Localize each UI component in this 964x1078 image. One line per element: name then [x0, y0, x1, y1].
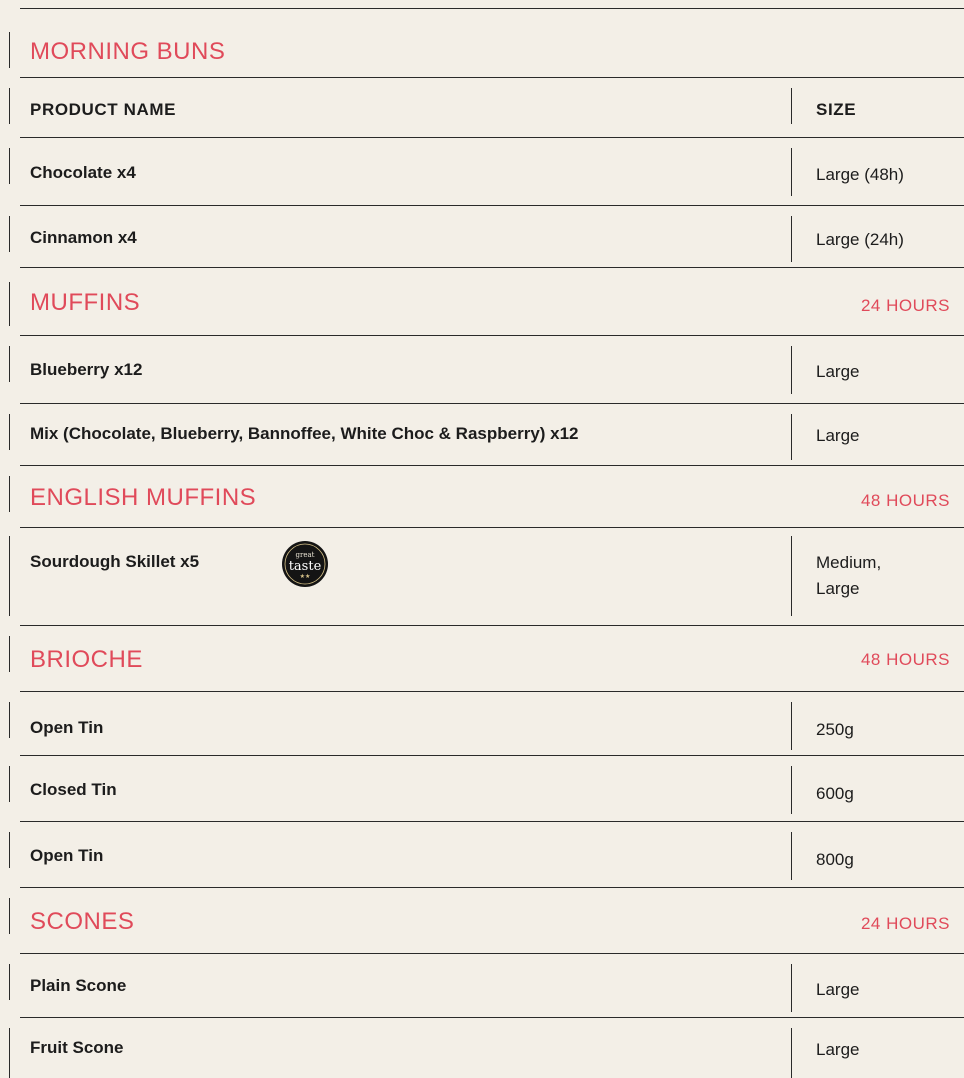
row-stub	[9, 536, 10, 616]
product-name: Closed Tin	[30, 780, 117, 799]
row-stub	[9, 964, 10, 1000]
column-divider	[791, 148, 792, 196]
header-product-name: PRODUCT NAME	[30, 100, 177, 119]
header-size: SIZE	[816, 100, 857, 119]
row-stub	[9, 1028, 10, 1078]
section-english-muffins: ENGLISH MUFFINS 48 HOURS	[9, 466, 964, 528]
table-row: Blueberry x12 Large	[9, 336, 964, 404]
table-row: Sourdough Skillet x5 great taste ★★ Medi…	[9, 528, 964, 626]
product-name: Sourdough Skillet x5	[30, 552, 200, 571]
row-stub	[9, 414, 10, 450]
section-title: ENGLISH MUFFINS	[30, 484, 257, 511]
column-divider	[791, 964, 792, 1012]
column-divider	[791, 766, 792, 814]
table-row: Cinnamon x4 Large (24h)	[9, 206, 964, 268]
table-row: Closed Tin 600g	[9, 756, 964, 822]
section-title: BRIOCHE	[30, 646, 143, 673]
table-header: PRODUCT NAME SIZE	[9, 78, 964, 138]
product-size: Medium, Large	[816, 553, 882, 598]
row-stub	[9, 898, 10, 934]
row-stub	[9, 476, 10, 512]
table-row: Mix (Chocolate, Blueberry, Bannoffee, Wh…	[9, 404, 964, 466]
column-divider	[791, 832, 792, 880]
product-size: Large	[816, 362, 860, 381]
table-row: Fruit Scone Large	[9, 1018, 964, 1078]
column-divider	[791, 536, 792, 616]
product-size: Large (48h)	[816, 165, 904, 184]
product-name: Chocolate x4	[30, 163, 136, 182]
badge-text-great: great	[296, 551, 315, 559]
product-size: Large	[816, 1040, 860, 1059]
row-stub	[9, 88, 10, 124]
table-row: Plain Scone Large	[9, 954, 964, 1018]
row-stub	[9, 766, 10, 802]
section-morning-buns: MORNING BUNS	[9, 22, 964, 78]
product-name: Fruit Scone	[30, 1038, 124, 1057]
badge-text-taste: taste	[289, 559, 322, 574]
section-brioche: BRIOCHE 48 HOURS	[9, 626, 964, 692]
section-time: 48 HOURS	[860, 491, 950, 510]
table-row: Open Tin 250g	[9, 692, 964, 756]
product-size: 800g	[816, 850, 854, 869]
section-title: SCONES	[30, 908, 135, 935]
product-size: 250g	[816, 720, 854, 739]
product-size: Large	[816, 426, 860, 445]
column-divider	[791, 702, 792, 750]
row-stub	[9, 148, 10, 184]
column-divider	[791, 414, 792, 460]
table-row: Open Tin 800g	[9, 822, 964, 888]
column-divider	[791, 346, 792, 394]
row-stub	[9, 636, 10, 672]
top-rule	[20, 8, 964, 9]
column-divider	[791, 216, 792, 262]
svg-text:★★: ★★	[300, 573, 311, 580]
product-name: Plain Scone	[30, 976, 127, 995]
product-name: Cinnamon x4	[30, 228, 137, 247]
row-stub	[9, 216, 10, 252]
row-stub	[9, 32, 10, 68]
product-size: Large (24h)	[816, 230, 904, 249]
product-name: Open Tin	[30, 718, 104, 737]
product-size: Large	[816, 980, 860, 999]
section-time: 24 HOURS	[860, 914, 950, 933]
column-divider	[791, 88, 792, 124]
section-title: MUFFINS	[30, 289, 141, 316]
section-time: 24 HOURS	[860, 296, 950, 315]
section-time: 48 HOURS	[860, 650, 950, 669]
section-muffins: MUFFINS 24 HOURS	[9, 268, 964, 336]
section-title: MORNING BUNS	[30, 38, 226, 65]
row-stub	[9, 346, 10, 382]
product-name: Mix (Chocolate, Blueberry, Bannoffee, Wh…	[30, 424, 579, 443]
row-stub	[9, 702, 10, 738]
row-stub	[9, 282, 10, 326]
row-stub	[9, 832, 10, 868]
column-divider	[791, 1028, 792, 1078]
great-taste-award-icon: great taste ★★	[282, 541, 328, 587]
table-row: Chocolate x4 Large (48h)	[9, 138, 964, 206]
section-scones: SCONES 24 HOURS	[9, 888, 964, 954]
product-name: Blueberry x12	[30, 360, 143, 379]
product-size: 600g	[816, 784, 854, 803]
product-name: Open Tin	[30, 846, 104, 865]
